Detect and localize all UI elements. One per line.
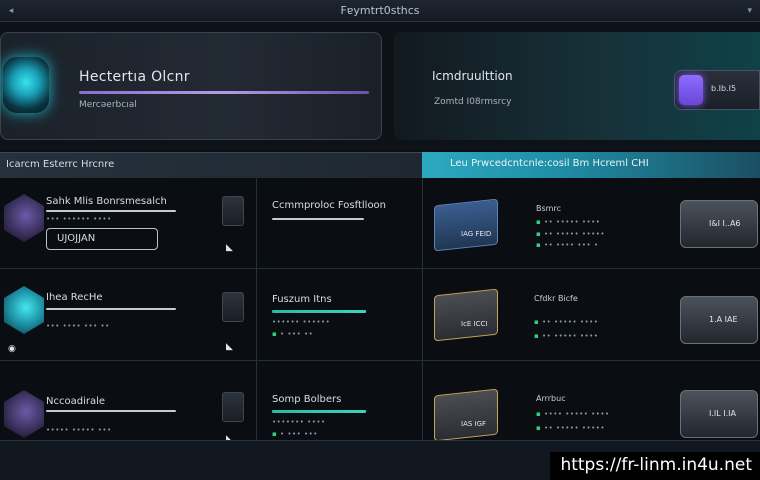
row3-box-label: I.IL I.IA xyxy=(709,409,736,418)
section-header-left-label: Icarcm Esterrc Hrcnre xyxy=(6,159,115,170)
row3-hex-button[interactable] xyxy=(222,392,244,422)
row3-col3-label: Arrrbuc xyxy=(536,394,566,403)
row3-col3-meta-a: ▪ •••• ••••• •••• xyxy=(536,410,610,418)
row2-col2-meta-a: •••••• •••••• xyxy=(272,318,331,326)
row1-col3-meta-b: ▪ •• ••••• ••••• xyxy=(536,230,605,238)
toggle-label: b.Ib.I5 xyxy=(711,84,737,93)
app-menu-icon[interactable]: ◂ xyxy=(6,6,16,16)
content-grid xyxy=(0,178,760,448)
row2-col3-meta-b: ▪ •• ••••• •••• xyxy=(534,332,599,340)
row1-col3-meta-a: ▪ •• ••••• •••• xyxy=(536,218,601,226)
row2-col3-meta-a: ▪ •• ••••• •••• xyxy=(534,318,599,326)
watermark-url: https://fr-linm.in4u.net xyxy=(550,452,760,480)
hero-card-left[interactable]: Hectertıa Olcnr Mercəerbcıal xyxy=(0,32,382,140)
section-header: Icarcm Esterrc Hrcnre Leu Prwcedcntcnle:… xyxy=(0,152,760,178)
row-divider xyxy=(0,268,760,269)
row2-col2-meta-b: ▪ • ••• •• xyxy=(272,330,314,338)
row3-col2-title: Somp Bolbers xyxy=(272,394,342,405)
row1-col1-meta: ••• •••••• •••• xyxy=(46,215,112,223)
column-divider xyxy=(256,178,257,440)
row3-col2-bar xyxy=(272,410,366,413)
row3-tile[interactable]: IAS IGF xyxy=(434,388,498,442)
section-header-left[interactable]: Icarcm Esterrc Hrcnre xyxy=(0,152,422,178)
row3-tile-label: IAS IGF xyxy=(461,420,487,429)
hero-right-subtitle: Zomtd I08rmsrcy xyxy=(434,97,512,107)
row2-box[interactable]: 1.A IAE xyxy=(680,296,758,344)
row2-col1-title: Ihea RecHe xyxy=(46,292,103,303)
row-divider xyxy=(0,360,760,361)
row1-tile-label: IAG FEID xyxy=(461,229,492,238)
row1-box[interactable]: I&I I..A6 xyxy=(680,200,758,248)
row2-col3-label: Cfdkr Bicfe xyxy=(534,294,578,303)
row1-col3-meta-c: ▪ •• •••• ••• • xyxy=(536,241,599,249)
pin-icon[interactable]: ◣ xyxy=(226,342,233,352)
row3-col2-meta-b: ▪ • ••• ••• xyxy=(272,430,318,438)
hero-right-title: Icmdruulttion xyxy=(432,69,513,83)
row1-tile[interactable]: IAG FEID xyxy=(434,198,498,252)
row2-hex-button[interactable] xyxy=(222,292,244,322)
row2-box-label: 1.A IAE xyxy=(709,315,738,324)
hero-left-progress xyxy=(79,91,369,94)
pin-icon[interactable]: ◣ xyxy=(226,243,233,253)
row2-tile[interactable]: IcE ICCI xyxy=(434,288,498,342)
row3-col3-meta-b: ▪ •• ••••• ••••• xyxy=(536,424,605,432)
row3-col1-meta: ••••• ••••• ••• xyxy=(46,426,112,434)
row2-col1-bar xyxy=(46,308,176,310)
row1-col2-bar xyxy=(272,218,364,220)
row1-col1-bar xyxy=(46,210,176,212)
chevron-down-icon[interactable]: ▾ xyxy=(747,0,752,22)
toggle-icon[interactable]: ◉ xyxy=(8,344,16,354)
section-header-right-label: Leu Prwcedcntcnle:cosil Bm Hcreml CHI xyxy=(450,158,649,169)
row2-col2-bar xyxy=(272,310,366,313)
column-divider xyxy=(422,178,423,440)
row3-col1-bar xyxy=(46,410,176,412)
hero-left-title: Hectertıa Olcnr xyxy=(79,69,190,85)
row3-box[interactable]: I.IL I.IA xyxy=(680,390,758,438)
row1-action-button[interactable]: UJOJJAN xyxy=(46,228,158,250)
window-title: Fɐymtrt0sthcs xyxy=(340,4,420,17)
orb-icon xyxy=(3,57,49,113)
row3-col2-meta-a: ••••••• •••• xyxy=(272,418,326,426)
row1-col1-title: Sahk Mlis Bonrsmesalch xyxy=(46,196,167,207)
hero-card-right[interactable]: Icmdruulttion Zomtd I08rmsrcy b.Ib.I5 xyxy=(394,32,760,140)
row2-col1-meta: ••• •••• ••• •• xyxy=(46,322,110,330)
row1-box-label: I&I I..A6 xyxy=(709,219,741,228)
row1-col2-title: Ccmmproloc Fosftlloon xyxy=(272,200,387,211)
toggle-knob[interactable] xyxy=(679,75,703,105)
row3-col1-title: Nccoadirale xyxy=(46,396,106,407)
row1-hex-button[interactable] xyxy=(222,196,244,226)
row2-tile-label: IcE ICCI xyxy=(461,320,488,329)
row1-col3-label: Bsmrc xyxy=(536,204,561,213)
section-header-right[interactable]: Leu Prwcedcntcnle:cosil Bm Hcreml CHI xyxy=(422,152,760,178)
row2-col2-title: Fuszum Itns xyxy=(272,294,332,305)
mode-toggle[interactable]: b.Ib.I5 xyxy=(674,70,760,110)
window-titlebar: ◂ Fɐymtrt0sthcs ▾ xyxy=(0,0,760,22)
hero-left-subtitle: Mercəerbcıal xyxy=(79,100,137,110)
